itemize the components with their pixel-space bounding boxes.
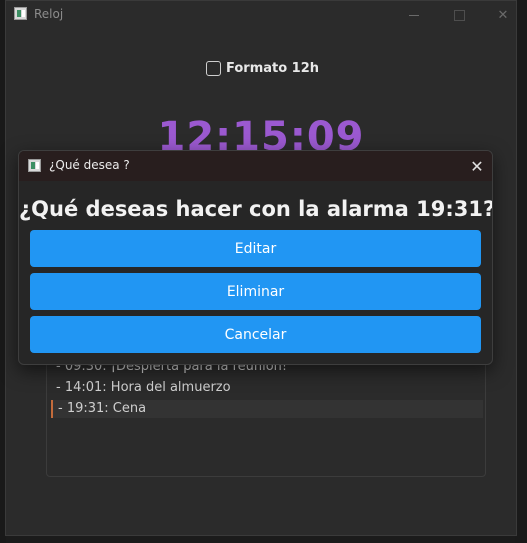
format-12h-label: Formato 12h: [226, 61, 320, 76]
edit-button[interactable]: Editar: [30, 230, 481, 267]
app-icon: [14, 7, 27, 20]
minimize-button[interactable]: [391, 1, 437, 29]
alarm-list[interactable]: - 09:30: ¡Despierta para la reunión! - 1…: [46, 353, 486, 477]
maximize-button[interactable]: [436, 1, 482, 29]
delete-button[interactable]: Eliminar: [30, 273, 481, 310]
format-12h-toggle[interactable]: Formato 12h: [206, 61, 319, 76]
close-icon: ✕: [470, 156, 484, 176]
dialog-title-bar: ¿Qué desea ? ✕: [19, 151, 492, 181]
app-icon: [28, 159, 41, 172]
dialog-title: ¿Qué desea ?: [49, 158, 130, 172]
minimize-icon: [409, 14, 419, 16]
alarm-item[interactable]: - 14:01: Hora del almuerzo: [51, 379, 483, 397]
close-button[interactable]: ✕: [480, 1, 526, 29]
alarm-action-dialog: ¿Qué desea ? ✕ ¿Qué deseas hacer con la …: [18, 150, 493, 365]
title-bar: Reloj ✕: [6, 1, 516, 29]
window-title: Reloj: [34, 7, 64, 21]
cancel-button[interactable]: Cancelar: [30, 316, 481, 353]
format-12h-checkbox[interactable]: [206, 61, 221, 76]
dialog-close-button[interactable]: ✕: [462, 151, 492, 181]
alarm-item-selected[interactable]: - 19:31: Cena: [51, 400, 483, 418]
maximize-icon: [453, 9, 465, 21]
dialog-question: ¿Qué deseas hacer con la alarma 19:31?: [19, 197, 493, 221]
close-icon: ✕: [497, 7, 509, 23]
